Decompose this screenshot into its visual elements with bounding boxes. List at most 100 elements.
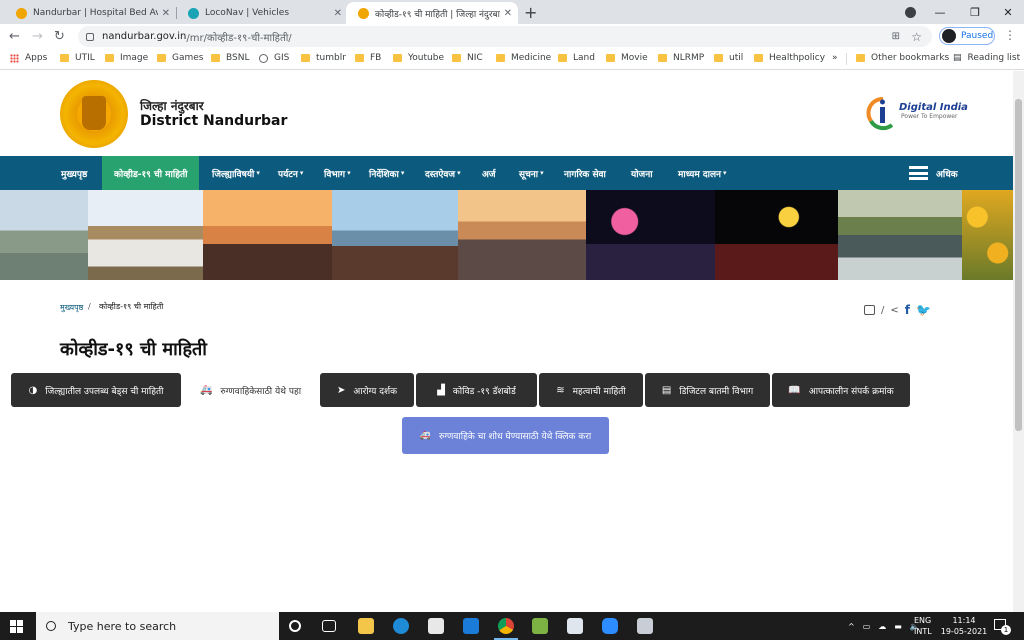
tab-emergency-contacts[interactable]: 📖 आपत्कालीन संपर्क क्रमांक <box>772 373 910 407</box>
bookmark-apps[interactable]: Apps <box>10 53 47 63</box>
tab-close-icon[interactable]: ✕ <box>162 8 170 19</box>
bookmark-bsnl[interactable]: BSNL <box>211 53 249 63</box>
nav-documents[interactable]: दस्तऐवज ▾ <box>425 156 461 190</box>
bookmark-star-icon[interactable]: ☆ <box>911 30 922 44</box>
translate-icon[interactable]: ⊞ <box>892 31 900 42</box>
browser-tab-hospital[interactable]: Nandurbar | Hospital Bed Availab ✕ <box>4 2 176 24</box>
new-tab-button[interactable]: + <box>524 3 537 22</box>
nav-applications[interactable]: अर्ज <box>482 156 496 190</box>
task-view-icon[interactable] <box>322 620 336 632</box>
bookmark-tumblr[interactable]: tumblr <box>301 53 346 63</box>
bookmark-nic[interactable]: NIC <box>452 53 483 63</box>
site-favicon-icon <box>358 7 369 19</box>
folder-icon <box>157 54 166 62</box>
bookmark-util[interactable]: UTIL <box>60 53 95 63</box>
app-icon-green[interactable] <box>532 618 548 634</box>
app-icon-window[interactable] <box>637 618 653 634</box>
scrollbar-thumb[interactable] <box>1015 99 1022 431</box>
browser-menu-icon[interactable]: ⋮ <box>1004 28 1016 42</box>
bookmark-nlrmp[interactable]: NLRMP <box>658 53 704 63</box>
nav-departments[interactable]: विभाग ▾ <box>324 156 351 190</box>
nav-media-gallery[interactable]: माध्यम दालन ▾ <box>678 156 727 190</box>
minimize-icon[interactable]: — <box>920 0 960 24</box>
tab-health-indicator[interactable]: ➤ आरोग्य दर्शक <box>320 373 414 407</box>
tab-title: Nandurbar | Hospital Bed Availab <box>33 8 158 18</box>
bookmark-util-2[interactable]: util <box>714 53 743 63</box>
store-icon[interactable] <box>428 618 444 634</box>
nav-more[interactable]: अधिक <box>936 167 958 180</box>
tab-close-icon[interactable]: ✕ <box>504 8 512 19</box>
tab-covid-dashboard[interactable]: ▟ कोविड -१९ डॅशबोर्ड <box>416 373 537 407</box>
tab-close-icon[interactable]: ✕ <box>334 8 342 19</box>
banner-photo-horses <box>88 190 203 280</box>
bookmark-games[interactable]: Games <box>157 53 203 63</box>
battery-icon[interactable]: ▬ <box>894 622 902 631</box>
browser-tab-covid[interactable]: कोव्हीड-१९ ची माहिती | जिल्हा नंदुरबा ✕ <box>346 2 518 24</box>
file-explorer-icon[interactable] <box>358 618 374 634</box>
avatar <box>942 29 956 43</box>
other-bookmarks[interactable]: Other bookmarks <box>856 53 949 63</box>
forward-arrow-icon[interactable]: → <box>32 29 43 44</box>
nav-citizen-services[interactable]: नागरिक सेवा <box>564 156 606 190</box>
zoom-icon[interactable] <box>602 618 618 634</box>
bookmark-gis[interactable]: GIS <box>259 53 289 63</box>
facebook-icon[interactable]: f <box>905 303 910 317</box>
tab-ambulance[interactable]: 🚑 रुग्णवाहिकेसाठी येथे पहा <box>183 373 318 407</box>
profile-button[interactable]: Paused <box>939 27 995 45</box>
chevron-up-icon[interactable]: ^ <box>848 622 855 631</box>
bookmark-healthpolicy[interactable]: Healthpolicy <box>754 53 825 63</box>
site-title-english[interactable]: District Nandurbar <box>140 113 287 129</box>
window-close-icon[interactable]: ✕ <box>988 0 1024 24</box>
cloud-icon[interactable]: ☁ <box>878 622 886 631</box>
tab-bed-availability[interactable]: ◑ जिल्ह्यातील उपलब्ध बेड्स ची माहिती <box>11 373 181 407</box>
share-icon[interactable]: < <box>890 305 898 316</box>
browser-tab-loconav[interactable]: LocoNav | Vehicles ✕ <box>176 2 348 24</box>
bookmark-medicine[interactable]: Medicine <box>496 53 551 63</box>
tab-important-info[interactable]: ≋ महत्वाची माहिती <box>539 373 643 407</box>
digital-india-logo-icon[interactable] <box>866 95 900 131</box>
reading-list[interactable]: ▤ Reading list <box>953 53 1020 63</box>
page-scrollbar[interactable] <box>1013 71 1024 612</box>
loconav-favicon-icon <box>188 7 199 19</box>
bookmark-image[interactable]: Image <box>105 53 148 63</box>
app-icon-nic[interactable] <box>567 618 583 634</box>
system-tray: ^ ▭ ☁ ▬ 🔈 <box>848 612 920 640</box>
taskbar-search-input[interactable]: Type here to search <box>36 612 279 640</box>
nav-about-district[interactable]: जिल्ह्याविषयी ▾ <box>212 156 260 190</box>
nav-tourism[interactable]: पर्यटन ▾ <box>278 156 303 190</box>
network-icon[interactable]: ▭ <box>863 622 871 631</box>
nav-notices[interactable]: सूचना ▾ <box>519 156 544 190</box>
bookmark-movie[interactable]: Movie <box>606 53 648 63</box>
nav-covid-info[interactable]: कोव्हीड-१९ ची माहिती <box>102 156 200 190</box>
hamburger-menu-icon[interactable] <box>909 166 928 180</box>
site-title-marathi[interactable]: जिल्हा नंदुरबार <box>140 97 204 114</box>
language-indicator[interactable]: ENG INTL <box>914 615 932 637</box>
reload-icon[interactable]: ↻ <box>54 29 65 44</box>
address-bar[interactable]: nandurbar.gov.in /mr/कोव्हीड-१९-ची-माहित… <box>78 26 932 47</box>
windows-start-icon[interactable] <box>10 620 23 633</box>
tab-search-icon[interactable] <box>905 7 916 18</box>
breadcrumb-home[interactable]: मुख्यपृष्ठ <box>60 302 83 313</box>
maharashtra-emblem-logo[interactable] <box>60 80 128 148</box>
taskbar-clock[interactable]: 11:14 19-05-2021 <box>940 615 988 637</box>
back-arrow-icon[interactable]: ← <box>9 29 20 44</box>
bookmark-youtube[interactable]: Youtube <box>393 53 444 63</box>
edge-icon[interactable] <box>393 618 409 634</box>
mail-icon[interactable] <box>463 618 479 634</box>
bookmark-fb[interactable]: FB <box>355 53 381 63</box>
folder-icon <box>496 54 505 62</box>
twitter-icon[interactable]: 🐦 <box>916 303 931 317</box>
printer-icon[interactable] <box>864 305 875 315</box>
find-ambulance-button[interactable]: 🚑 रुग्णवाहिके चा शोध घेण्यासाठी येथे क्ल… <box>402 417 609 454</box>
nav-schemes[interactable]: योजना <box>631 156 653 190</box>
nav-directory[interactable]: निर्देशिका ▾ <box>369 156 404 190</box>
windows-taskbar: Type here to search ^ ▭ ☁ ▬ 🔈 ENG INTL 1… <box>0 612 1024 640</box>
bookmark-land[interactable]: Land <box>558 53 595 63</box>
banner-photo-lake <box>0 190 88 280</box>
page-title: कोव्हीड-१९ ची माहिती <box>60 339 207 360</box>
bookmarks-overflow-button[interactable]: » <box>832 53 838 63</box>
nav-home[interactable]: मुख्यपृष्ठ <box>61 156 87 190</box>
tab-digital-news[interactable]: ▤ डिजिटल बातमी विभाग <box>645 373 770 407</box>
chrome-icon[interactable] <box>494 618 518 640</box>
cortana-icon[interactable] <box>289 620 301 632</box>
